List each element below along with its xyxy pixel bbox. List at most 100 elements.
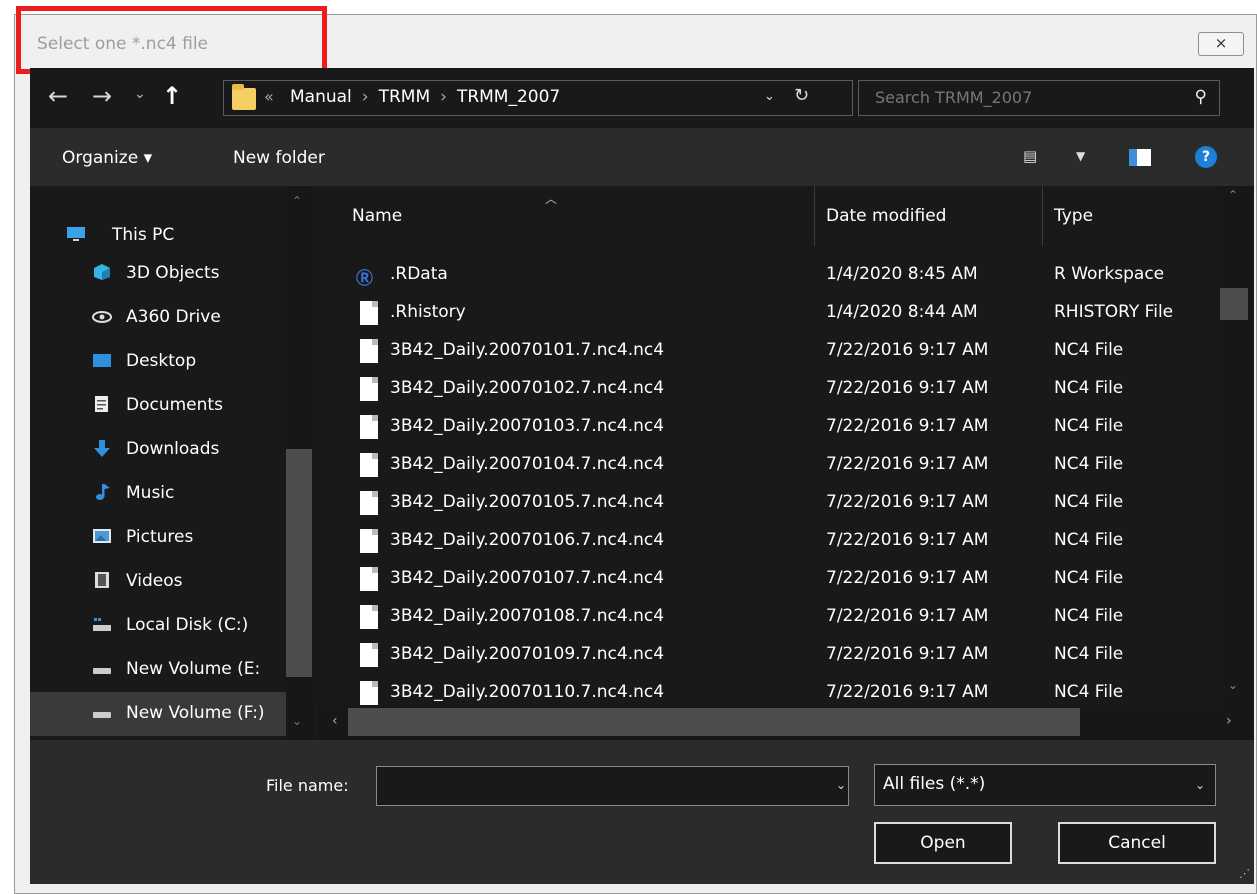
scroll-up-icon[interactable]: ⌃ [1228,188,1238,202]
column-header-type[interactable]: Type [1054,206,1093,226]
file-date: 7/22/2016 9:17 AM [826,492,989,512]
file-row[interactable]: Ⓡ .RData 1/4/2020 8:45 AM R Workspace [318,258,1230,296]
up-arrow-icon[interactable]: ↑ [162,82,182,110]
preview-pane-icon[interactable] [1129,149,1151,166]
open-button[interactable]: Open [874,822,1012,864]
drive-icon [93,712,111,718]
file-type: NC4 File [1054,416,1124,436]
drive-icon [93,668,111,674]
file-row[interactable]: 3B42_Daily.20070101.7.nc4.nc4 7/22/2016 … [318,334,1230,372]
file-type: NC4 File [1054,340,1124,360]
nav-item-new-volume-f[interactable]: New Volume (F:) [30,692,314,736]
file-date: 7/22/2016 9:17 AM [826,568,989,588]
column-header-date-modified[interactable]: Date modified [826,206,946,226]
film-icon [95,572,109,588]
scroll-right-icon[interactable]: › [1226,713,1232,729]
file-name-dropdown-icon[interactable]: ⌄ [836,778,846,792]
nav-item-videos[interactable]: Videos [30,560,314,604]
file-type-filter-value: All files (*.*) [883,774,986,794]
file-icon [360,605,378,629]
refresh-icon[interactable]: ↻ [794,85,809,106]
back-arrow-icon[interactable]: ← [48,82,68,110]
search-box[interactable]: Search TRMM_2007 ⚲ [858,80,1220,116]
file-name: 3B42_Daily.20070109.7.nc4.nc4 [390,644,665,664]
address-bar[interactable]: « Manual › TRMM › TRMM_2007 ⌄ ↻ [223,80,853,116]
scroll-down-icon[interactable]: ⌄ [1228,678,1238,692]
file-date: 7/22/2016 9:17 AM [826,378,989,398]
breadcrumb-separator-icon[interactable]: › [440,87,447,107]
file-name-label: File name: [266,776,349,795]
column-divider[interactable] [814,186,815,246]
nav-item-label: This PC [112,225,175,245]
organize-menu-button[interactable]: Organize ▾ [62,148,152,168]
file-row[interactable]: 3B42_Daily.20070102.7.nc4.nc4 7/22/2016 … [318,372,1230,410]
search-icon[interactable]: ⚲ [1195,87,1207,107]
new-folder-button[interactable]: New folder [233,148,325,168]
address-dropdown-icon[interactable]: ⌄ [764,89,775,104]
change-view-icon[interactable]: ▤ [1023,147,1037,165]
nav-item-label: Downloads [126,439,220,459]
file-row[interactable]: 3B42_Daily.20070107.7.nc4.nc4 7/22/2016 … [318,562,1230,600]
nav-item-downloads[interactable]: Downloads [30,428,314,472]
breadcrumb-item[interactable]: Manual [290,87,352,107]
file-row[interactable]: 3B42_Daily.20070104.7.nc4.nc4 7/22/2016 … [318,448,1230,486]
r-logo-icon: Ⓡ [356,269,373,289]
file-date: 7/22/2016 9:17 AM [826,682,989,702]
file-date: 7/22/2016 9:17 AM [826,454,989,474]
file-icon [360,415,378,439]
breadcrumb-overflow-icon[interactable]: « [264,87,274,106]
file-row[interactable]: 3B42_Daily.20070105.7.nc4.nc4 7/22/2016 … [318,486,1230,524]
file-row[interactable]: 3B42_Daily.20070109.7.nc4.nc4 7/22/2016 … [318,638,1230,676]
vertical-scrollbar-thumb[interactable] [1220,288,1248,320]
file-icon [360,377,378,401]
nav-item-documents[interactable]: Documents [30,384,314,428]
resize-grip-icon[interactable]: ⋰ [1239,867,1250,880]
nav-item-label: New Volume (E: [126,659,261,679]
file-name: 3B42_Daily.20070105.7.nc4.nc4 [390,492,665,512]
nav-item-a360-drive[interactable]: A360 Drive [30,296,314,340]
chevron-down-icon[interactable]: ⌄ [1195,778,1205,792]
navigation-pane: This PC 3D Objects A360 Drive Desktop Do… [30,186,314,740]
file-list-vertical-scrollbar[interactable] [1218,186,1254,706]
file-type: NC4 File [1054,568,1124,588]
view-options-dropdown-icon[interactable]: ▼ [1076,149,1085,163]
nav-item-music[interactable]: Music [30,472,314,516]
file-name: .Rhistory [390,302,466,322]
nav-item-new-volume-e[interactable]: New Volume (E: [30,648,314,692]
file-type-filter-select[interactable]: All files (*.*) ⌄ [874,764,1216,806]
recent-locations-chevron-icon[interactable]: ⌄ [134,86,146,102]
file-icon [360,491,378,515]
file-date: 1/4/2020 8:45 AM [826,264,978,284]
scroll-down-icon[interactable]: ⌄ [292,714,302,728]
file-row[interactable]: 3B42_Daily.20070103.7.nc4.nc4 7/22/2016 … [318,410,1230,448]
forward-arrow-icon[interactable]: → [92,82,112,110]
documents-icon [95,396,108,412]
breadcrumb-item[interactable]: TRMM_2007 [457,87,560,107]
search-input[interactable]: Search TRMM_2007 [875,88,1032,107]
scroll-left-icon[interactable]: ‹ [332,713,338,729]
dialog-footer: File name: ⌄ All files (*.*) ⌄ Open Canc… [30,740,1254,884]
file-name-field[interactable] [376,766,849,806]
file-row[interactable]: 3B42_Daily.20070108.7.nc4.nc4 7/22/2016 … [318,600,1230,638]
nav-item-desktop[interactable]: Desktop [30,340,314,384]
nav-item-pictures[interactable]: Pictures [30,516,314,560]
scroll-up-icon[interactable]: ⌃ [292,194,302,208]
column-divider[interactable] [1042,186,1043,246]
nav-item-local-disk[interactable]: Local Disk (C:) [30,604,314,648]
download-arrow-icon [94,440,110,457]
breadcrumb-item[interactable]: TRMM [379,87,431,107]
cancel-button[interactable]: Cancel [1058,822,1216,864]
breadcrumb-separator-icon[interactable]: › [362,87,369,107]
nav-item-label: Local Disk (C:) [126,615,249,635]
nav-item-label: Videos [126,571,183,591]
help-icon[interactable]: ? [1195,146,1217,168]
horizontal-scrollbar-thumb[interactable] [348,708,1080,736]
file-row[interactable]: 3B42_Daily.20070106.7.nc4.nc4 7/22/2016 … [318,524,1230,562]
nav-scrollbar-thumb[interactable] [286,449,312,677]
nav-item-3d-objects[interactable]: 3D Objects [30,252,314,296]
column-header-name[interactable]: Name [352,206,402,226]
close-button[interactable]: ⨯ [1198,32,1244,56]
file-date: 7/22/2016 9:17 AM [826,530,989,550]
title-annotation-box [16,6,327,74]
file-row[interactable]: .Rhistory 1/4/2020 8:44 AM RHISTORY File [318,296,1230,334]
